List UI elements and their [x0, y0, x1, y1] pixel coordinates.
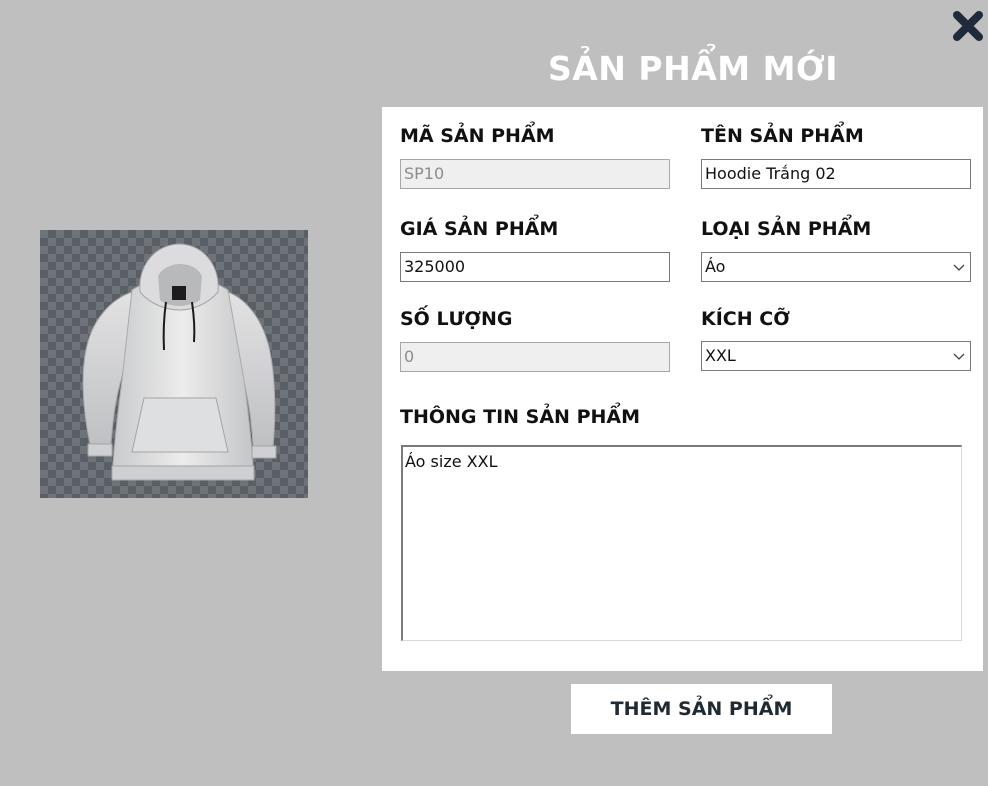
product-code-label: MÃ SẢN PHẨM: [400, 125, 555, 147]
quantity-field: 0: [400, 342, 670, 372]
page-title: SẢN PHẨM MỚI: [547, 49, 839, 88]
product-form: MÃ SẢN PHẨM SP10 TÊN SẢN PHẨM Hoodie Trắ…: [382, 107, 983, 671]
chevron-down-icon: [953, 351, 965, 361]
hoodie-product-image: [82, 243, 277, 481]
chevron-down-icon: [953, 262, 965, 272]
product-price-field[interactable]: 325000: [400, 252, 670, 282]
description-textarea[interactable]: Áo size XXL: [401, 445, 962, 641]
add-product-button[interactable]: THÊM SẢN PHẨM: [571, 684, 832, 734]
product-category-value: Áo: [705, 257, 726, 276]
product-code-field: SP10: [400, 159, 670, 189]
size-select[interactable]: XXL: [701, 341, 971, 371]
close-x-icon: [953, 11, 983, 41]
quantity-label: SỐ LƯỢNG: [400, 308, 513, 330]
product-price-label: GIÁ SẢN PHẨM: [400, 218, 559, 240]
product-name-label: TÊN SẢN PHẨM: [701, 125, 864, 147]
size-value: XXL: [705, 346, 736, 365]
size-label: KÍCH CỠ: [701, 308, 790, 330]
product-name-field[interactable]: Hoodie Trắng 02: [701, 159, 971, 189]
product-category-label: LOẠI SẢN PHẨM: [701, 218, 872, 240]
description-label: THÔNG TIN SẢN PHẨM: [400, 406, 641, 428]
product-image[interactable]: [40, 230, 308, 498]
product-category-select[interactable]: Áo: [701, 252, 971, 282]
close-button[interactable]: [950, 8, 986, 44]
